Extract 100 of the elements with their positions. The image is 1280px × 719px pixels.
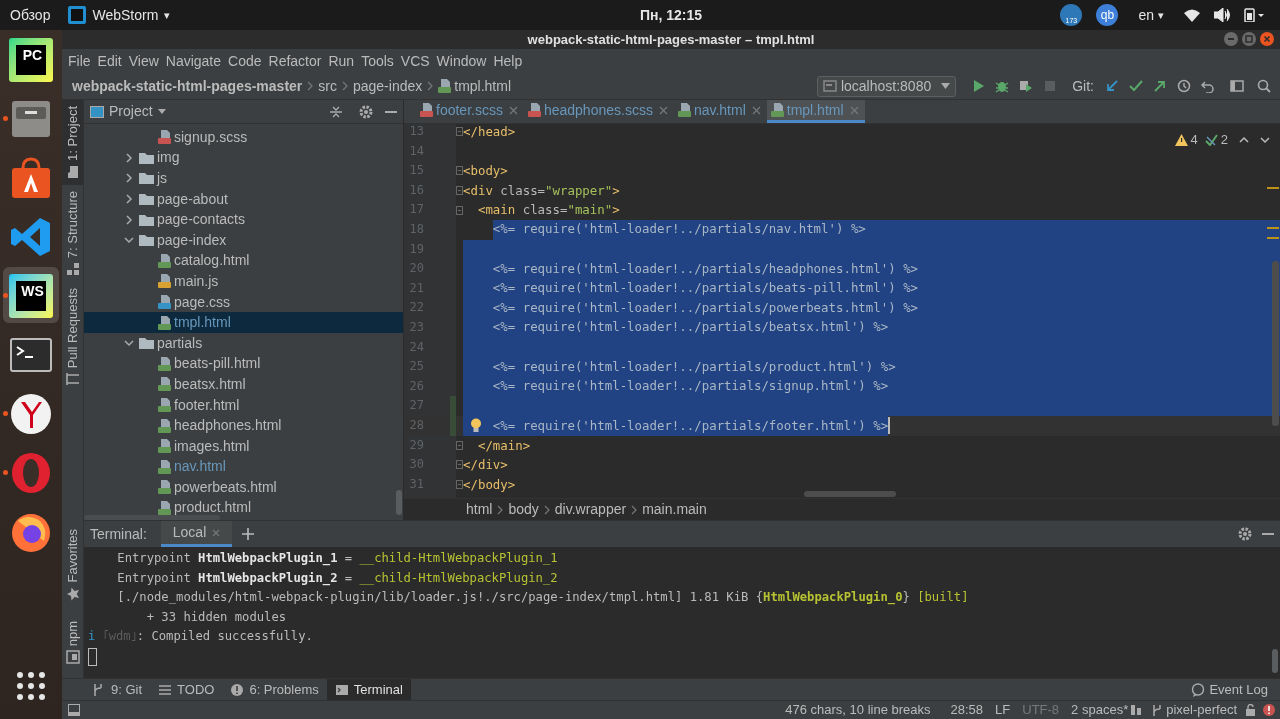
scrollbar-thumb[interactable] [84, 515, 220, 520]
tree-item[interactable]: powerbeats.html [84, 477, 403, 498]
menu-item[interactable]: Help [490, 50, 526, 72]
maximize-button[interactable] [1242, 32, 1256, 46]
menu-item[interactable]: Code [225, 50, 265, 72]
tool-window-tab[interactable]: 7: Structure [62, 184, 83, 283]
fold-icon[interactable] [456, 480, 463, 489]
tree-item[interactable]: js [84, 168, 403, 189]
line-separator[interactable]: LF [995, 700, 1011, 719]
activities-button[interactable]: Обзор [10, 4, 51, 26]
tray-app-icon[interactable]: qb [1096, 4, 1119, 26]
caret-position[interactable]: 28:58 [950, 700, 984, 719]
tree-item[interactable]: partials [84, 332, 403, 354]
scrollbar-thumb[interactable] [1272, 649, 1278, 673]
commit-check-icon[interactable] [1129, 79, 1143, 93]
tool-window-tab[interactable]: TODO [150, 679, 223, 700]
menu-item[interactable]: Refactor [265, 50, 325, 72]
run-configuration-dropdown[interactable]: localhost:8080 [816, 75, 957, 97]
collapse-all-icon[interactable] [329, 104, 343, 119]
breadcrumb-item[interactable]: webpack-static-html-pages-master [72, 75, 303, 97]
tool-window-tab[interactable]: Favorites [62, 523, 83, 607]
editor-tab[interactable]: nav.html [673, 100, 767, 123]
tree-item[interactable]: page-index [84, 229, 403, 251]
menu-item[interactable]: Navigate [162, 50, 225, 72]
settings-icon[interactable] [1238, 527, 1252, 541]
close-icon[interactable] [751, 105, 761, 115]
fold-icon[interactable] [456, 166, 463, 176]
panel-toggle-icon[interactable] [68, 704, 80, 716]
tree-item[interactable]: page.css [84, 291, 403, 313]
tool-window-tab[interactable]: npm [62, 614, 83, 670]
history-clock-icon[interactable] [1177, 79, 1191, 93]
editor-tab[interactable]: footer.scss [416, 100, 524, 123]
fold-icon[interactable] [456, 186, 463, 196]
tool-window-tab[interactable]: Terminal [326, 679, 411, 700]
coverage-icon[interactable] [1019, 79, 1034, 93]
keyboard-layout-button[interactable]: en ▾ [1132, 4, 1170, 26]
tree-item[interactable]: product.html [84, 497, 403, 519]
layout-icon[interactable] [1230, 79, 1244, 93]
close-button[interactable] [1260, 32, 1274, 46]
breadcrumb-item[interactable]: html [466, 499, 493, 520]
tree-item[interactable]: headphones.html [84, 415, 403, 436]
editor-tab[interactable]: headphones.scss [523, 100, 674, 123]
clock-text[interactable]: Пн, 12:15 [640, 4, 703, 26]
change-marker[interactable] [450, 415, 456, 436]
menu-item[interactable]: Tools [358, 50, 397, 72]
tree-item[interactable]: footer.html [84, 394, 403, 416]
add-icon[interactable] [242, 528, 255, 540]
update-arrow-icon[interactable] [1105, 79, 1119, 93]
minimize-button[interactable] [1224, 32, 1238, 46]
tool-window-tab[interactable]: Pull Requests [62, 282, 83, 393]
dock-app-button[interactable]: WS [0, 266, 62, 325]
fold-icon[interactable] [456, 127, 463, 137]
breadcrumb-item[interactable]: page-index [352, 75, 423, 97]
scrollbar-thumb[interactable] [804, 491, 896, 497]
fold-icon[interactable] [456, 460, 463, 470]
scrollbar-thumb[interactable] [1272, 261, 1279, 426]
menu-item[interactable]: Window [433, 50, 490, 72]
lightbulb-icon[interactable] [470, 417, 482, 433]
undo-icon[interactable] [1201, 79, 1215, 93]
lock-icon[interactable] [1245, 704, 1256, 716]
system-menu-icon[interactable] [1244, 8, 1266, 22]
breadcrumb-item[interactable]: tmpl.html [438, 75, 512, 97]
tree-item[interactable]: images.html [84, 435, 403, 457]
session-tab[interactable]: Local [160, 521, 233, 547]
breadcrumb-item[interactable]: body [508, 499, 539, 520]
close-icon[interactable] [658, 105, 668, 115]
close-icon[interactable] [508, 105, 518, 115]
error-icon[interactable] [1262, 703, 1276, 717]
debug-icon[interactable] [995, 79, 1010, 93]
run-icon[interactable] [971, 79, 986, 93]
breadcrumb-item[interactable]: div.wrapper [554, 499, 627, 520]
tree-item[interactable]: beatsx.html [84, 374, 403, 395]
tree-item[interactable]: beats-pill.html [84, 353, 403, 375]
tree-item[interactable]: signup.scss [84, 127, 403, 148]
chevron-up-icon[interactable] [1239, 135, 1249, 144]
fold-icon[interactable] [456, 205, 463, 215]
tree-item[interactable]: img [84, 147, 403, 169]
breadcrumb-item[interactable]: main.main [642, 499, 707, 520]
indent-setting[interactable]: 2 spaces* [1071, 700, 1129, 719]
menu-item[interactable]: Run [325, 50, 358, 72]
project-view-dropdown[interactable]: Project [90, 101, 166, 122]
change-marker[interactable] [450, 396, 456, 416]
dock-app-button[interactable]: PC [0, 30, 62, 89]
menu-item[interactable]: Edit [94, 50, 125, 72]
menu-item[interactable]: View [125, 50, 162, 72]
search-icon[interactable] [1257, 79, 1271, 93]
settings-icon[interactable] [359, 104, 373, 119]
tool-window-tab[interactable]: 9: Git [84, 679, 151, 700]
scrollbar-thumb[interactable] [396, 490, 402, 515]
breadcrumb-item[interactable]: src [318, 75, 337, 97]
tree-item[interactable]: main.js [84, 271, 403, 292]
chevron-down-icon[interactable] [1260, 135, 1270, 144]
event-log-button[interactable]: Event Log [1183, 679, 1276, 700]
fold-icon[interactable] [456, 440, 463, 450]
tool-window-tab[interactable]: 6: Problems [222, 679, 327, 700]
tree-item[interactable]: page-about [84, 188, 403, 210]
tool-window-tab[interactable]: 1: Project [62, 100, 83, 185]
app-menu-button[interactable]: WebStorm ▾ [68, 4, 171, 26]
menu-item[interactable]: File [65, 50, 94, 72]
tree-item[interactable]: nav.html [84, 456, 403, 478]
